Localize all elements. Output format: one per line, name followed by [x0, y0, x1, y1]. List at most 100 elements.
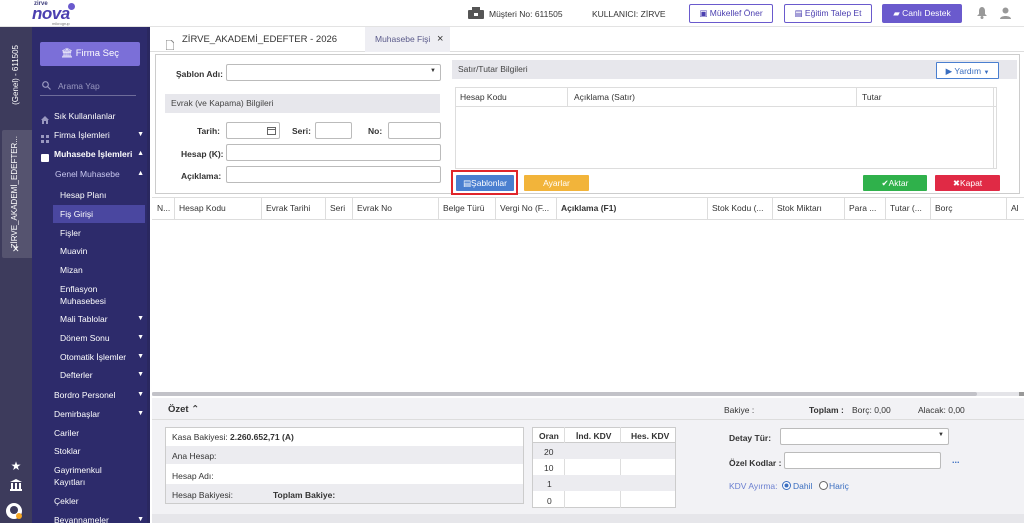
- calendar-icon[interactable]: [267, 126, 276, 137]
- ozel-kodlar-input[interactable]: [784, 452, 941, 469]
- sidebar-item-gayrimenkul-line2[interactable]: Kayıtları: [32, 473, 150, 491]
- sidebar-item-firma-islemleri[interactable]: Firma İşlemleri ▼: [32, 126, 150, 144]
- grid-scroll-end[interactable]: [1019, 392, 1024, 396]
- sidebar-scrollbar[interactable]: [147, 27, 150, 523]
- sablon-adi-select[interactable]: ▼: [226, 64, 441, 81]
- building-icon: 🏛: [61, 48, 76, 59]
- check-icon: ✔: [881, 178, 889, 188]
- sidebar-item-genel-muhasebe[interactable]: Genel Muhasebe ▲: [32, 165, 150, 183]
- firma-sec-button[interactable]: 🏛 Firma Seç: [40, 42, 140, 66]
- mukellef-oner-button[interactable]: ▣ Mükellef Öner: [689, 4, 773, 23]
- sidebar-item-cekler[interactable]: Çekler: [32, 492, 150, 510]
- kdv-row-bg: [533, 443, 675, 459]
- sablon-adi-label: Şablon Adı:: [176, 69, 223, 79]
- sidebar-item-otomatik-islemler[interactable]: Otomatik İşlemler ▼: [32, 348, 150, 366]
- sidebar-item-defterler[interactable]: Defterler ▼: [32, 366, 150, 384]
- grid-col-header[interactable]: Belge Türü: [443, 199, 498, 217]
- sidebar-item-muhasebe-islemleri[interactable]: Muhasebe İşlemleri ▲: [32, 145, 150, 163]
- egitim-talep-button[interactable]: ▤ Eğitim Talep Et: [784, 4, 872, 23]
- grid-col-header[interactable]: Hesap Kodu: [179, 199, 264, 217]
- strip-tab-close-icon[interactable]: ✕: [12, 244, 20, 255]
- sidebar-item-muavin[interactable]: Muavin: [32, 242, 150, 260]
- bank-icon[interactable]: [9, 479, 23, 493]
- kdv-col-hes: Hes. KDV: [631, 431, 670, 441]
- sidebar-item-fis-girisi[interactable]: Fiş Girişi: [53, 205, 145, 223]
- grid-col-divider: [772, 198, 773, 220]
- chevron-down-icon: ▼: [938, 432, 944, 438]
- grid-col-divider: [885, 198, 886, 220]
- tab-muhasebe-fisi[interactable]: Muhasebe Fişi ×: [365, 27, 450, 52]
- strip-firm-label: (Genel) - 611505: [11, 45, 20, 105]
- sidebar-search-input[interactable]: Arama Yap: [40, 76, 136, 96]
- evrak-section-header: Evrak (ve Kapama) Bilgileri: [165, 94, 440, 113]
- dahil-radio[interactable]: [782, 481, 791, 492]
- grid-col-header[interactable]: Vergi No (F...: [500, 199, 558, 217]
- kdv-rate-20: 20: [544, 447, 554, 457]
- col-aciklama-satir[interactable]: Açıklama (Satır): [574, 88, 635, 106]
- grid-col-header[interactable]: Stok Miktarı: [777, 199, 847, 217]
- grid-col-divider: [495, 198, 496, 220]
- kapat-button[interactable]: ✖Kapat: [935, 175, 1000, 191]
- sidebar-item-hesap-plani[interactable]: Hesap Planı: [32, 186, 150, 204]
- no-input[interactable]: [388, 122, 441, 139]
- col-divider: [993, 87, 994, 169]
- grid-col-header[interactable]: Açıklama (F1): [561, 199, 711, 217]
- sidebar-item-beyannameler[interactable]: Beyannameler ▼: [32, 511, 150, 523]
- aciklama-input[interactable]: [226, 166, 441, 183]
- hesap-label: Hesap (K):: [181, 149, 224, 159]
- canli-destek-button[interactable]: ▰ Canlı Destek: [882, 4, 962, 23]
- sidebar: 🏛 Firma Seç Arama Yap Sık Kullanılanlar …: [32, 27, 150, 523]
- grid-col-header[interactable]: Tutar (...: [890, 199, 933, 217]
- star-icon[interactable]: ★: [9, 459, 23, 473]
- detay-tur-select[interactable]: ▼: [780, 428, 949, 445]
- sablonlar-button[interactable]: ▤Şablonlar: [456, 175, 514, 191]
- col-hesap-kodu[interactable]: Hesap Kodu: [460, 88, 507, 106]
- user-icon[interactable]: [1000, 7, 1011, 21]
- col-divider: [567, 87, 568, 106]
- hesap-input[interactable]: [226, 144, 441, 161]
- sidebar-item-cariler[interactable]: Cariler: [32, 424, 150, 442]
- satir-grid: [455, 87, 997, 169]
- sidebar-item-stoklar[interactable]: Stoklar: [32, 442, 150, 460]
- seri-input[interactable]: [315, 122, 352, 139]
- borc-value: Borç: 0,00: [852, 405, 891, 415]
- sidebar-item-mali-tablolar[interactable]: Mali Tablolar ▼: [32, 310, 150, 328]
- grid-col-header[interactable]: Evrak Tarihi: [266, 199, 328, 217]
- sidebar-item-sik-kullanilanlar[interactable]: Sık Kullanılanlar: [32, 107, 150, 125]
- grid-col-header[interactable]: Evrak No: [357, 199, 441, 217]
- sidebar-item-fisler[interactable]: Fişler: [32, 224, 150, 242]
- chevron-down-icon: ▼: [983, 70, 990, 76]
- close-icon[interactable]: ×: [437, 27, 443, 52]
- haric-radio[interactable]: [819, 481, 828, 492]
- support-avatar-icon[interactable]: [5, 502, 23, 520]
- grid-col-header[interactable]: Borç: [935, 199, 1010, 217]
- chevron-down-icon: ▼: [137, 371, 144, 378]
- sidebar-item-enflasyon-line2[interactable]: Muhasebesi: [32, 292, 150, 310]
- tab-company[interactable]: ZİRVE_AKADEMİ_EDEFTER - 2026: [154, 27, 356, 52]
- aktar-button[interactable]: ✔Aktar: [863, 175, 927, 191]
- chevron-down-icon: ▼: [137, 410, 144, 417]
- ozel-kodlar-more-button[interactable]: ...: [952, 455, 960, 465]
- ayarlar-button[interactable]: Ayarlar: [524, 175, 589, 191]
- sidebar-item-donem-sonu[interactable]: Dönem Sonu ▼: [32, 329, 150, 347]
- firm-strip: (Genel) - 611505 ZİRVE_AKADEMİ_EDEFTER..…: [0, 27, 32, 523]
- hesap-adi-label: Hesap Adı:: [172, 471, 214, 481]
- customer-icon: [467, 7, 485, 20]
- sidebar-item-bordro-personel[interactable]: Bordro Personel ▼: [32, 386, 150, 404]
- bell-icon[interactable]: [977, 7, 987, 21]
- logo-badge-icon: [68, 3, 75, 10]
- grid-hscroll-thumb[interactable]: [152, 392, 977, 396]
- col-tutar[interactable]: Tutar: [862, 88, 882, 106]
- sidebar-item-mizan[interactable]: Mizan: [32, 261, 150, 279]
- grid-col-header[interactable]: Stok Kodu (...: [712, 199, 775, 217]
- col-divider: [856, 87, 857, 106]
- grid-col-header[interactable]: Al: [1011, 199, 1024, 217]
- grid-col-header[interactable]: Para ...: [849, 199, 888, 217]
- yardim-button[interactable]: ▶ Yardım ▼: [936, 62, 999, 79]
- help-icon: ▶: [945, 66, 955, 76]
- grid-hscroll-track[interactable]: [152, 392, 1024, 396]
- strip-open-tab[interactable]: ZİRVE_AKADEMİ_EDEFTER... ✕: [2, 130, 32, 258]
- tarih-input[interactable]: [226, 122, 280, 139]
- sidebar-item-demirbaslar[interactable]: Demirbaşlar ▼: [32, 405, 150, 423]
- ozet-title[interactable]: Özet ⌃: [168, 404, 199, 415]
